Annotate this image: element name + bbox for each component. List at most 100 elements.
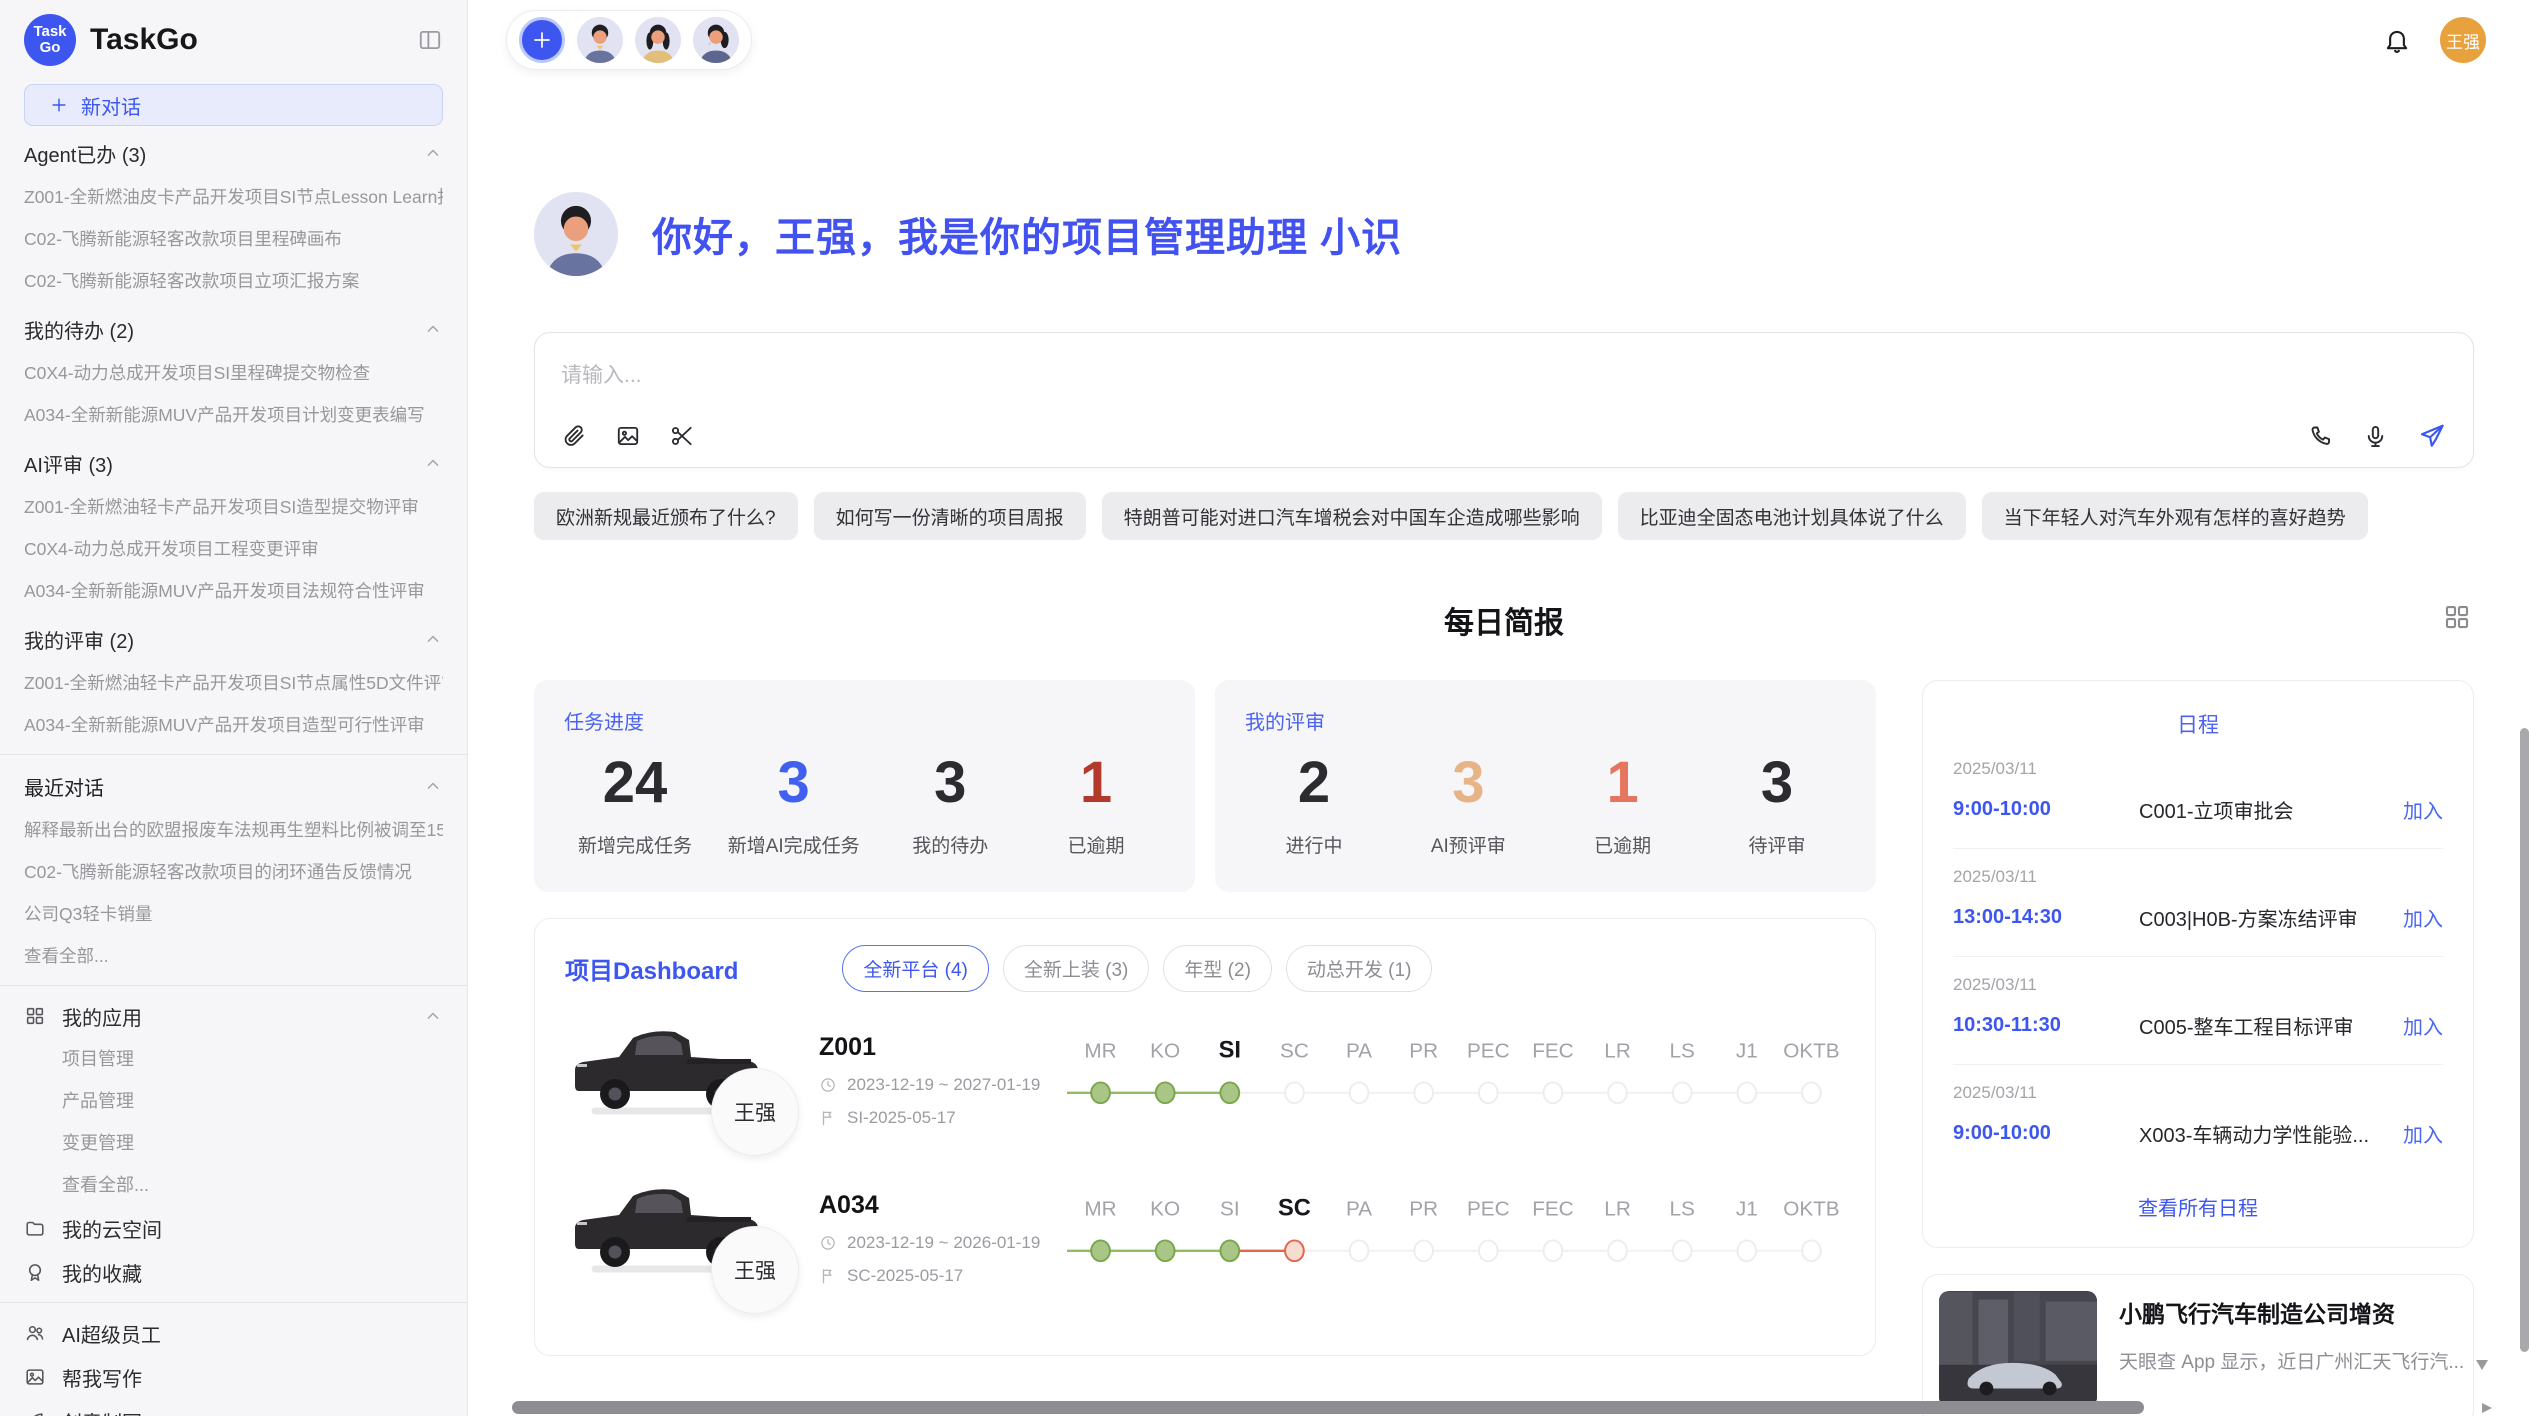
sidebar-task-item[interactable]: C02-飞腾新能源轻客改款项目立项汇报方案 [24,260,443,302]
stat-label: 已逾期 [1568,831,1678,858]
sidebar-task-item[interactable]: A034-全新新能源MUV产品开发项目造型可行性评审 [24,704,443,746]
project-dashboard-card: 项目Dashboard 全新平台 (4)全新上装 (3)年型 (2)动总开发 (… [534,918,1876,1356]
sidebar-section-header[interactable]: AI评审 (3) [24,440,443,486]
view-all-chats-link[interactable]: 查看全部... [24,935,443,977]
sidebar-section-header[interactable]: Agent已办 (3) [24,130,443,176]
project-row[interactable]: 王强 A034 2023-12-19 ~ 2026-01-19 SC-2025-… [565,1170,1845,1308]
join-meeting-button[interactable]: 加入 [2403,795,2443,824]
dashboard-filter-pill[interactable]: 动总开发 (1) [1286,945,1433,992]
avatar-illustration [635,17,681,63]
svg-text:PR: PR [1409,1040,1438,1063]
sidebar-task-item[interactable]: A034-全新新能源MUV产品开发项目计划变更表编写 [24,394,443,436]
recent-chat-item[interactable]: 解释最新出台的欧盟报废车法规再生塑料比例被调至15%... [24,809,443,851]
dashboard-filter-pill[interactable]: 全新上装 (3) [1003,945,1150,992]
sidebar-tool[interactable]: 创意制图 [24,1399,443,1416]
svg-text:MR: MR [1084,1198,1116,1221]
sidebar-task-item[interactable]: Z001-全新燃油轻卡产品开发项目SI节点属性5D文件评审 [24,662,443,704]
topbar: 王强 [468,0,2532,74]
app-link[interactable]: 项目管理 [24,1038,443,1080]
join-meeting-button[interactable]: 加入 [2403,1011,2443,1040]
suggestion-chip[interactable]: 欧洲新规最近颁布了什么? [534,492,798,540]
my-apps-header[interactable]: 我的应用 [24,994,443,1038]
chevron-up-icon [423,1006,443,1026]
scroll-down-arrow[interactable] [2476,1360,2488,1370]
stat-value: 3 [895,751,1005,815]
sidebar-task-item[interactable]: C0X4-动力总成开发项目工程变更评审 [24,528,443,570]
microphone-icon[interactable] [2362,423,2389,450]
svg-text:LS: LS [1670,1040,1695,1063]
news-card[interactable]: 小鹏飞行汽车制造公司增资 天眼查 App 显示，近日广州汇天飞行汽... [1922,1274,2474,1416]
sidebar-section-header[interactable]: 我的评审 (2) [24,616,443,662]
project-row[interactable]: 王强 Z001 2023-12-19 ~ 2027-01-19 SI-2025-… [565,1012,1845,1150]
stat-label: 进行中 [1259,831,1369,858]
composer[interactable]: 请输入... [534,332,2474,468]
vertical-scrollbar[interactable] [2520,728,2529,1352]
suggestion-chip[interactable]: 如何写一份清晰的项目周报 [814,492,1086,540]
schedule-card: 日程 2025/03/11 9:00-10:00 C001-立项审批会 加入 2… [1922,680,2474,1248]
sidebar-section-header[interactable]: 我的待办 (2) [24,306,443,352]
voice-call-icon[interactable] [2307,423,2334,450]
sidebar-tool[interactable]: AI超级员工 [24,1311,443,1355]
suggestion-chip[interactable]: 比亚迪全固态电池计划具体说了什么 [1618,492,1966,540]
attachment-icon[interactable] [561,423,587,449]
stat-item: 3新增AI完成任务 [728,751,860,858]
add-agent-button[interactable] [519,17,565,63]
briefing-header: 每日简报 [534,598,2474,640]
horizontal-scrollbar[interactable] [506,1401,2472,1414]
notification-bell-icon[interactable] [2382,25,2412,55]
scissors-icon[interactable] [669,423,695,449]
app-link[interactable]: 产品管理 [24,1080,443,1122]
briefing-columns: 任务进度 24新增完成任务3新增AI完成任务3我的待办1已逾期 我的评审 2进行… [534,680,2474,1416]
sidebar-collapse-icon[interactable] [417,27,443,53]
image-upload-icon[interactable] [615,423,641,449]
stat-value: 1 [1041,751,1151,815]
plus-icon [49,95,69,115]
sidebar-task-item[interactable]: C02-飞腾新能源轻客改款项目里程碑画布 [24,218,443,260]
agent-avatar-3[interactable] [693,17,739,63]
agent-avatar-1[interactable] [577,17,623,63]
app-link[interactable]: 变更管理 [24,1122,443,1164]
recent-chat-item[interactable]: C02-飞腾新能源轻客改款项目的闭环通告反馈情况 [24,851,443,893]
event-time: 10:30-11:30 [1953,1014,2139,1037]
user-avatar[interactable]: 王强 [2440,17,2486,63]
scroll-right-arrow[interactable] [2482,1403,2492,1413]
sidebar-task-item[interactable]: A034-全新新能源MUV产品开发项目法规符合性评审 [24,570,443,612]
layout-grid-icon[interactable] [2442,602,2472,632]
dashboard-filter-pill[interactable]: 年型 (2) [1163,945,1272,992]
section-title: AI评审 (3) [24,449,113,478]
sidebar-task-item[interactable]: Z001-全新燃油轻卡产品开发项目SI造型提交物评审 [24,486,443,528]
join-meeting-button[interactable]: 加入 [2403,1119,2443,1148]
svg-text:J1: J1 [1736,1040,1758,1063]
mic-icon [2362,423,2389,450]
news-title: 小鹏飞行汽车制造公司增资 [2119,1295,2464,1329]
join-meeting-button[interactable]: 加入 [2403,903,2443,932]
sidebar-task-item[interactable]: Z001-全新燃油皮卡产品开发项目SI节点Lesson Learn报告 [24,176,443,218]
stat-label: 已逾期 [1041,831,1151,858]
suggestion-chip[interactable]: 特朗普可能对进口汽车增税会对中国车企造成哪些影响 [1102,492,1602,540]
view-all-schedule-link[interactable]: 查看所有日程 [1953,1192,2443,1221]
send-icon[interactable] [2417,421,2447,451]
suggestion-chip[interactable]: 当下年轻人对汽车外观有怎样的喜好趋势 [1982,492,2368,540]
recent-chat-item[interactable]: 公司Q3轻卡销量 [24,893,443,935]
scissors-icon [669,423,695,449]
svg-text:PR: PR [1409,1198,1438,1221]
schedule-event: 2025/03/11 13:00-14:30 C003|H0B-方案冻结评审 加… [1953,849,2443,957]
stat-label: AI预评审 [1413,831,1523,858]
stat-value: 2 [1259,751,1369,815]
recent-chats-header[interactable]: 最近对话 [24,763,443,809]
sidebar-task-item[interactable]: C0X4-动力总成开发项目SI里程碑提交物检查 [24,352,443,394]
news-photo [1939,1291,2097,1407]
agent-avatar-2[interactable] [635,17,681,63]
sidebar-link[interactable]: 我的云空间 [24,1206,443,1250]
view-all-apps-link[interactable]: 查看全部... [24,1164,443,1206]
horizontal-scrollbar-thumb[interactable] [512,1401,2144,1414]
new-chat-button[interactable]: 新对话 [24,84,443,126]
sidebar-tool[interactable]: 帮我写作 [24,1355,443,1399]
schedule-events: 2025/03/11 9:00-10:00 C001-立项审批会 加入 2025… [1953,741,2443,1172]
phone-icon [2307,423,2334,450]
stat-item: 3待评审 [1722,751,1832,858]
sidebar-link[interactable]: 我的收藏 [24,1250,443,1294]
users-icon [24,1322,46,1344]
dashboard-filter-pill[interactable]: 全新平台 (4) [842,945,989,992]
event-date: 2025/03/11 [1953,759,2443,779]
